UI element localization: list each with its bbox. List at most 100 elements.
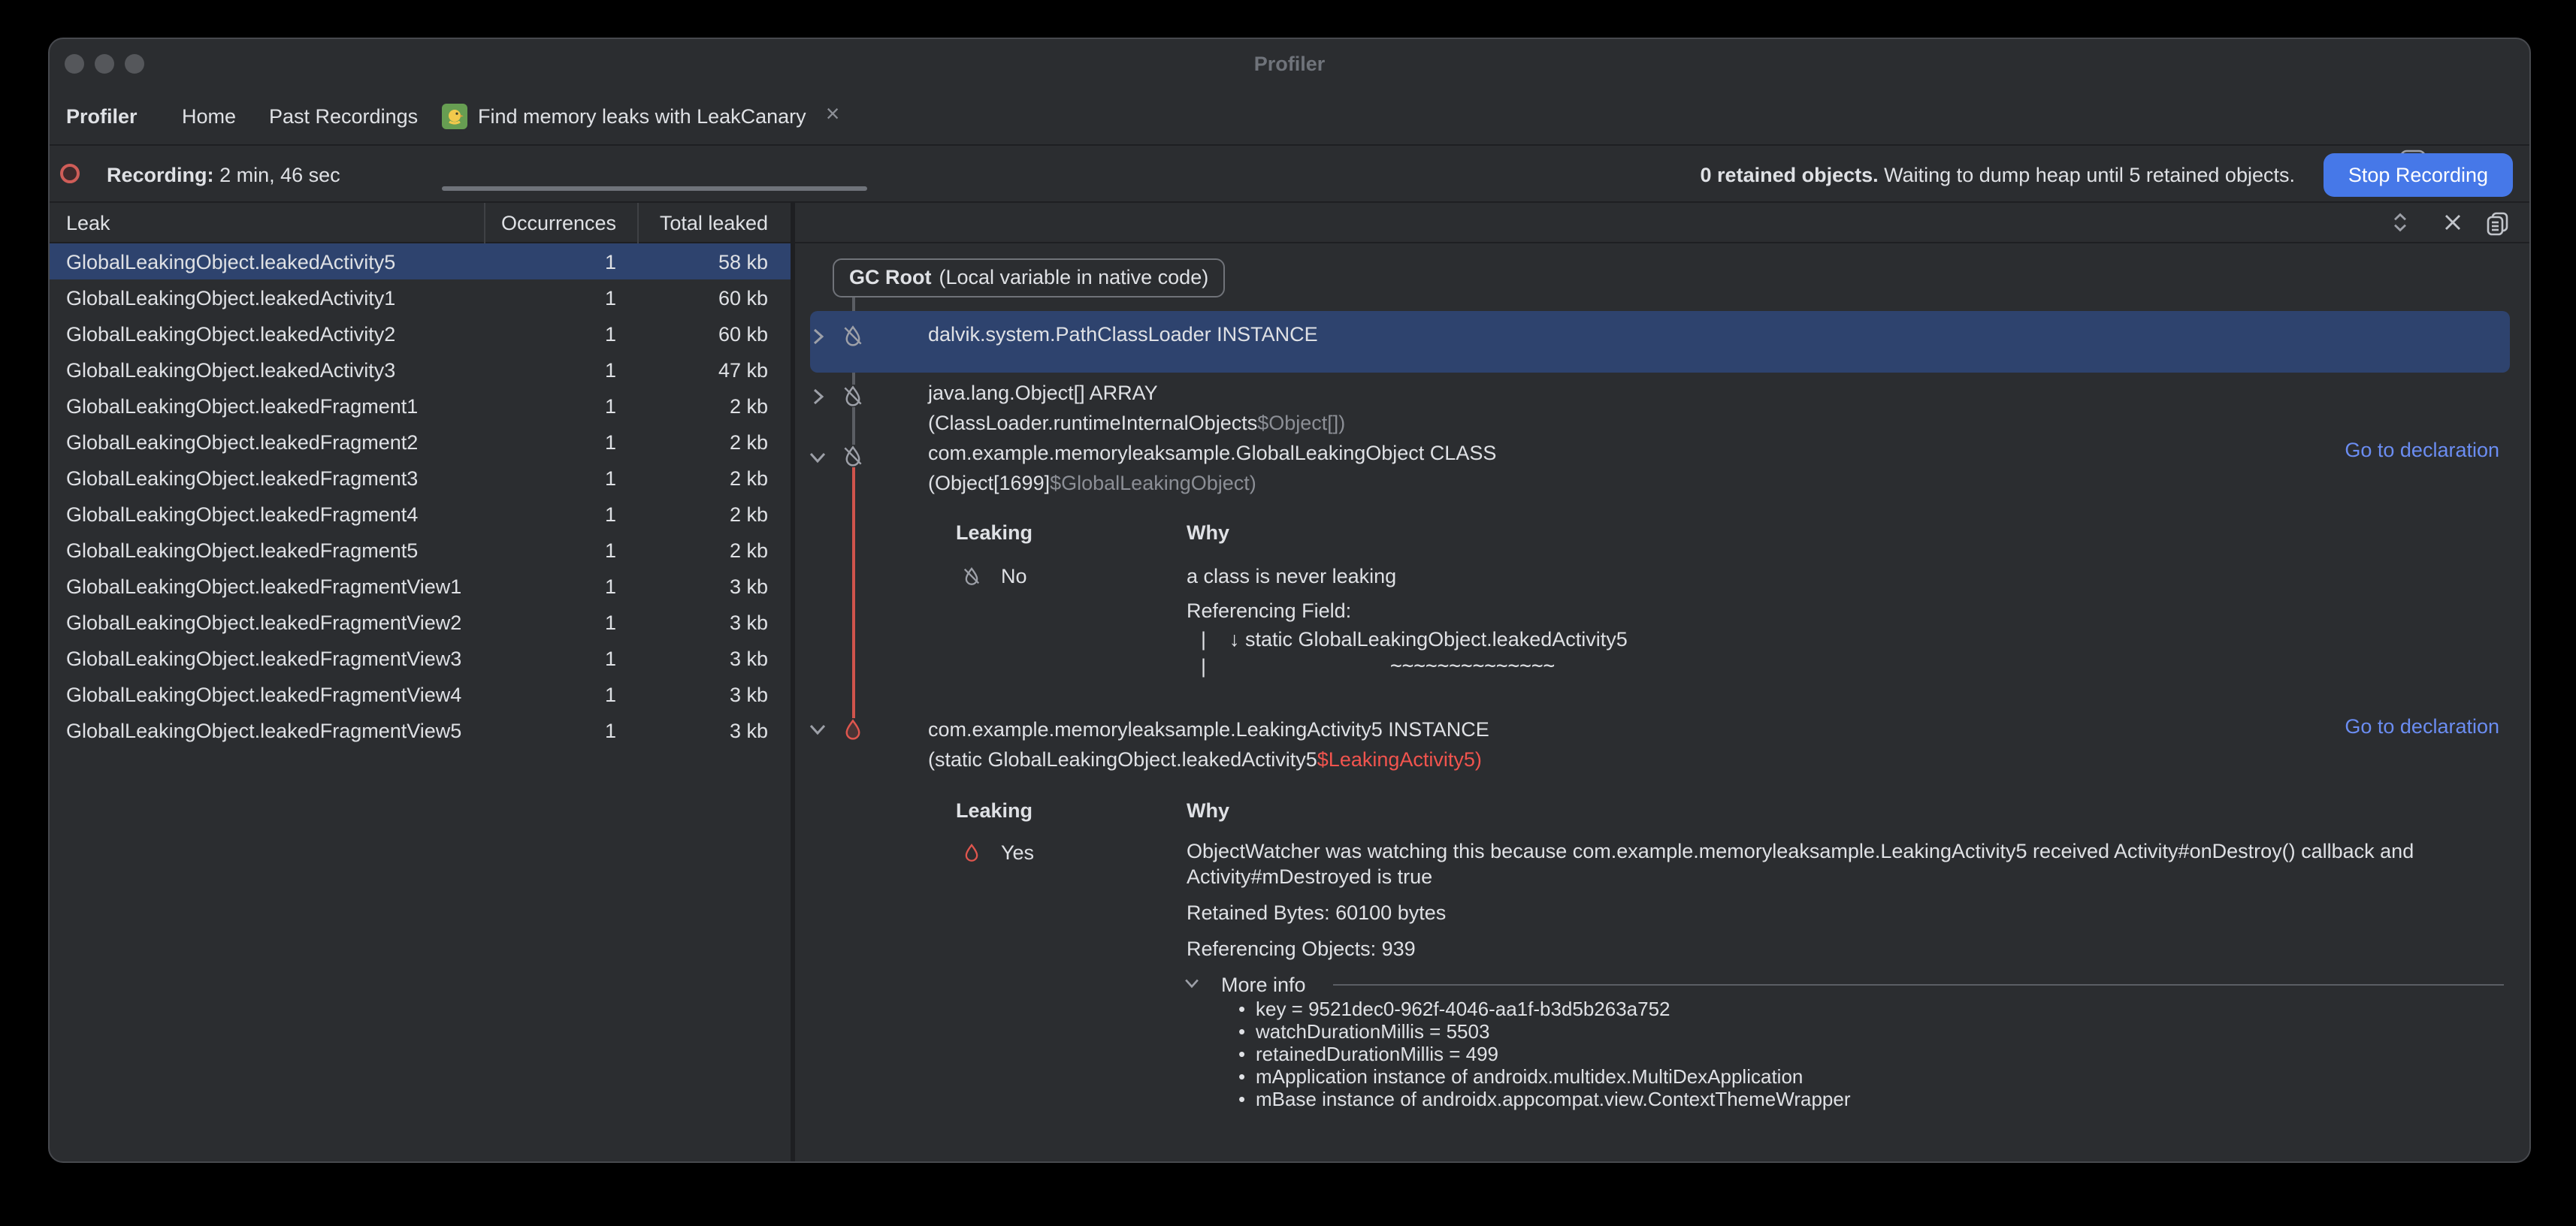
ref-field-pipe: |: [1201, 652, 1206, 681]
chevron-down-icon[interactable]: [806, 444, 830, 468]
bullet-dot: •: [1238, 1043, 1245, 1065]
table-row[interactable]: GlobalLeakingObject.leakedActivity2160 k…: [50, 316, 791, 352]
table-row[interactable]: GlobalLeakingObject.leakedFragmentView21…: [50, 604, 791, 640]
chevron-right-icon[interactable]: [806, 324, 830, 348]
retained-bytes: Retained Bytes: 60100 bytes: [1187, 898, 1446, 927]
title-bar: Profiler: [50, 39, 2529, 87]
tree-node-title[interactable]: java.lang.Object[] ARRAY: [928, 378, 1158, 406]
tool-window-label: Profiler: [66, 87, 138, 144]
table-row[interactable]: GlobalLeakingObject.leakedFragmentView51…: [50, 712, 791, 748]
tree-node-title[interactable]: com.example.memoryleaksample.GlobalLeaki…: [928, 439, 1496, 467]
tab-find-memory-leaks[interactable]: Find memory leaks with LeakCanary ×: [442, 87, 839, 144]
tree-node-subtitle: (ClassLoader.runtimeInternalObjects$Obje…: [928, 408, 1345, 436]
gc-root-label: GC Root: [849, 266, 932, 288]
why-column-header: Why: [1187, 796, 1229, 824]
why-text: a class is never leaking: [1187, 562, 1396, 590]
table-row[interactable]: GlobalLeakingObject.leakedFragmentView31…: [50, 640, 791, 676]
why-column-header: Why: [1187, 518, 1229, 546]
window-title: Profiler: [50, 39, 2529, 87]
leakcanary-icon: [442, 103, 467, 128]
tab-home[interactable]: Home: [182, 87, 236, 144]
leaking-value: No: [1001, 562, 1027, 590]
table-row[interactable]: GlobalLeakingObject.leakedFragment412 kb: [50, 496, 791, 532]
profiler-window: Profiler Profiler Home Past Recordings F…: [48, 38, 2531, 1163]
retained-objects-status: 0 retained objects. Waiting to dump heap…: [1701, 160, 2295, 189]
table-row[interactable]: GlobalLeakingObject.leakedActivity3147 k…: [50, 352, 791, 388]
table-row[interactable]: GlobalLeakingObject.leakedActivity1160 k…: [50, 279, 791, 316]
tree-line: [852, 407, 854, 445]
more-info-item: key = 9521dec0-962f-4046-aa1f-b3d5b263a7…: [1256, 997, 1670, 1019]
leaking-column-header: Leaking: [956, 518, 1033, 546]
more-info-chevron-icon[interactable]: [1181, 972, 1205, 996]
no-leak-icon: [842, 385, 864, 407]
tree-node-title[interactable]: com.example.memoryleaksample.LeakingActi…: [928, 714, 1489, 743]
tab-label: Find memory leaks with LeakCanary: [478, 101, 806, 130]
table-row[interactable]: GlobalLeakingObject.leakedFragment312 kb: [50, 460, 791, 496]
leak-path-line: [852, 467, 854, 717]
detail-panel-header: [795, 203, 2529, 243]
table-row[interactable]: GlobalLeakingObject.leakedFragment512 kb: [50, 532, 791, 568]
referencing-objects: Referencing Objects: 939: [1187, 935, 1416, 963]
retained-count: 0 retained objects.: [1701, 163, 1879, 186]
expand-collapse-all-icon[interactable]: [2387, 209, 2414, 236]
more-info-item: retainedDurationMillis = 499: [1256, 1043, 1498, 1065]
table-row[interactable]: GlobalLeakingObject.leakedActivity5158 k…: [50, 243, 791, 279]
chevron-down-icon[interactable]: [806, 717, 830, 741]
table-row[interactable]: GlobalLeakingObject.leakedFragmentView11…: [50, 568, 791, 604]
tab-close-icon[interactable]: ×: [826, 104, 840, 128]
more-info-item: watchDurationMillis = 5503: [1256, 1020, 1489, 1043]
bullet-dot: •: [1238, 1020, 1245, 1043]
referencing-field-line: ↓ static GlobalLeakingObject.leakedActiv…: [1229, 624, 1628, 653]
column-header-total-leaked[interactable]: Total leaked: [627, 208, 768, 237]
tree-node-title[interactable]: dalvik.system.PathClassLoader INSTANCE: [928, 319, 1318, 348]
more-info-rule: [1333, 983, 2504, 985]
go-to-declaration-link[interactable]: Go to declaration: [2345, 439, 2499, 461]
referencing-field-label: Referencing Field:: [1187, 596, 1351, 625]
tree-node-subtitle: (Object[1699]$GlobalLeakingObject): [928, 469, 1256, 497]
gc-root-badge: GC Root (Local variable in native code): [833, 258, 1225, 297]
no-leak-icon: [842, 445, 864, 467]
column-header-leak[interactable]: Leak: [50, 208, 467, 237]
no-leak-icon: [962, 566, 981, 593]
screen: Profiler Profiler Home Past Recordings F…: [0, 0, 2576, 1226]
gc-root-detail: (Local variable in native code): [939, 266, 1209, 288]
more-info-item: mApplication instance of androidx.multid…: [1256, 1064, 1803, 1087]
chevron-right-icon[interactable]: [806, 384, 830, 408]
stop-recording-button[interactable]: Stop Recording: [2324, 152, 2512, 196]
retained-message: Waiting to dump heap until 5 retained ob…: [1884, 163, 2295, 186]
close-panel-icon[interactable]: [2439, 209, 2466, 236]
column-header-occurrences[interactable]: Occurrences: [467, 208, 627, 237]
leak-table-rows: GlobalLeakingObject.leakedActivity5158 k…: [50, 243, 791, 748]
go-to-declaration-link[interactable]: Go to declaration: [2345, 714, 2499, 737]
table-row[interactable]: GlobalLeakingObject.leakedFragment112 kb: [50, 388, 791, 424]
column-divider: [637, 203, 639, 243]
recording-toolbar: Recording: 2 min, 46 sec 0 retained obje…: [50, 146, 2529, 203]
bullet-dot: •: [1238, 1087, 1245, 1110]
tab-bar: Profiler Home Past Recordings Find memor…: [50, 87, 2529, 146]
recording-time: 2 min, 46 sec: [219, 163, 340, 186]
leaking-value: Yes: [1001, 838, 1034, 867]
recording-indicator-icon: [60, 164, 80, 183]
table-row[interactable]: GlobalLeakingObject.leakedFragmentView41…: [50, 676, 791, 712]
more-info-toggle[interactable]: More info: [1221, 970, 1306, 998]
leak-icon: [962, 843, 981, 870]
copy-icon[interactable]: [2483, 209, 2510, 236]
tab-past-recordings[interactable]: Past Recordings: [269, 87, 418, 144]
referencing-field-underline: ~~~~~~~~~~~~~~: [1390, 652, 1555, 681]
recording-status: Recording: 2 min, 46 sec: [107, 160, 340, 189]
tree-node-subtitle: (static GlobalLeakingObject.leakedActivi…: [928, 744, 1482, 773]
leak-icon: [842, 717, 864, 740]
leak-table-header: Leak Occurrences Total leaked: [50, 203, 791, 243]
why-text: ObjectWatcher was watching this because …: [1187, 840, 2509, 889]
bullet-dot: •: [1238, 997, 1245, 1019]
bullet-dot: •: [1238, 1064, 1245, 1087]
recording-label: Recording:: [107, 163, 214, 186]
no-leak-icon: [842, 325, 864, 347]
leak-table: Leak Occurrences Total leaked GlobalLeak…: [50, 203, 791, 1161]
more-info-item: mBase instance of androidx.appcompat.vie…: [1256, 1087, 1851, 1110]
leak-detail-panel: GC Root (Local variable in native code) …: [795, 203, 2529, 1161]
column-divider: [483, 203, 485, 243]
ref-field-pipe: |: [1201, 624, 1206, 653]
leaking-column-header: Leaking: [956, 796, 1033, 824]
table-row[interactable]: GlobalLeakingObject.leakedFragment212 kb: [50, 424, 791, 460]
